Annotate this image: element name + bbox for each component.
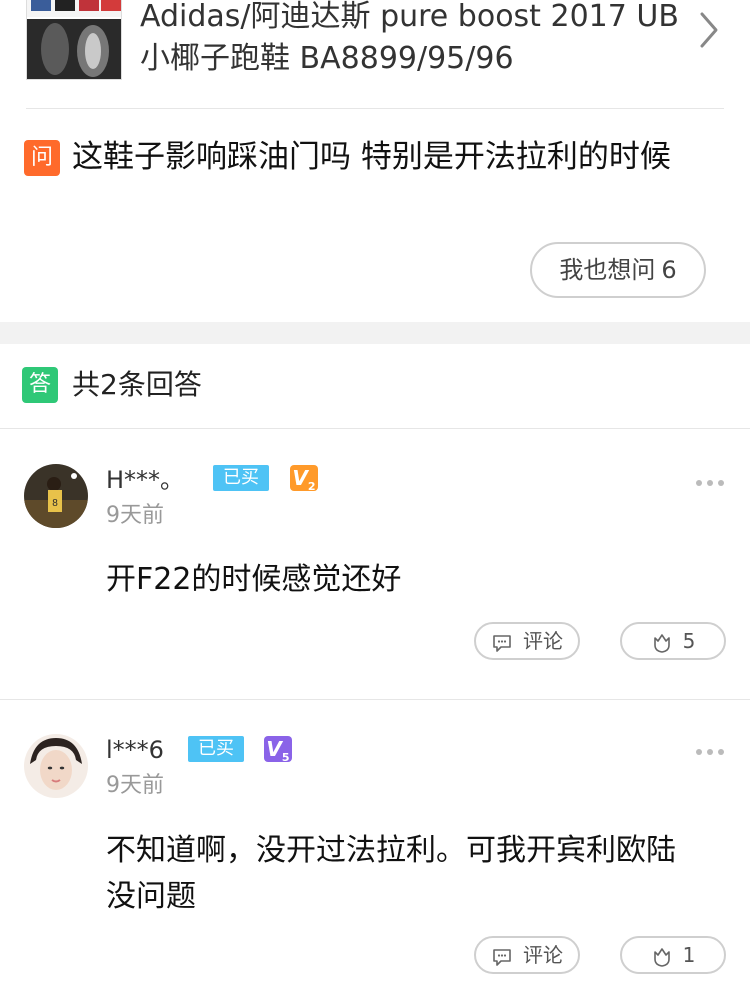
more-options-icon[interactable] (694, 474, 726, 486)
question-text: 这鞋子影响踩油门吗 特别是开法拉利的时候 (72, 139, 671, 175)
comment-button[interactable]: 评论 (474, 936, 580, 974)
ask-too-count: 6 (661, 256, 677, 284)
like-icon (651, 630, 673, 653)
product-card[interactable]: Adidas/阿迪达斯 pure boost 2017 UB小椰子跑鞋 BA88… (0, 0, 750, 108)
answer-text: 不知道啊，没开过法拉利。可我开宾利欧陆没问题 (106, 833, 676, 914)
vip-level-icon: V5 (264, 736, 292, 764)
avatar[interactable]: 8 (24, 464, 88, 528)
ask-too-label: 我也想问 (559, 256, 656, 284)
vip-level-icon: V2 (290, 465, 318, 493)
more-options-icon[interactable] (694, 743, 726, 755)
comment-label: 评论 (523, 629, 563, 653)
divider (0, 428, 750, 429)
answer-badge: 答 (22, 367, 58, 403)
divider (26, 108, 724, 109)
like-icon (651, 944, 673, 967)
divider (0, 699, 750, 700)
comment-label: 评论 (523, 943, 563, 967)
username[interactable]: H***。 (106, 464, 184, 496)
ask-too-button[interactable]: 我也想问 6 (530, 242, 706, 298)
like-button[interactable]: 1 (620, 936, 726, 974)
answer-time: 9天前 (106, 773, 164, 798)
comment-icon (491, 630, 513, 652)
avatar[interactable] (24, 734, 88, 798)
product-title: Adidas/阿迪达斯 pure boost 2017 UB小椰子跑鞋 BA88… (140, 0, 679, 76)
bought-badge: 已买 (188, 736, 244, 762)
answer-time: 9天前 (106, 503, 164, 528)
chevron-right-icon[interactable] (690, 10, 730, 50)
like-button[interactable]: 5 (620, 622, 726, 660)
product-thumbnail (26, 0, 122, 80)
comment-icon (491, 944, 513, 966)
section-separator (0, 322, 750, 344)
svg-text:8: 8 (52, 498, 58, 509)
question-badge: 问 (24, 140, 60, 176)
answer-count-label: 共2条回答 (72, 368, 202, 401)
answer-text: 开F22的时候感觉还好 (106, 562, 402, 597)
comment-button[interactable]: 评论 (474, 622, 580, 660)
like-count: 1 (682, 943, 696, 967)
like-count: 5 (682, 629, 696, 653)
username[interactable]: l***6 (106, 734, 164, 766)
bought-badge: 已买 (213, 465, 269, 491)
